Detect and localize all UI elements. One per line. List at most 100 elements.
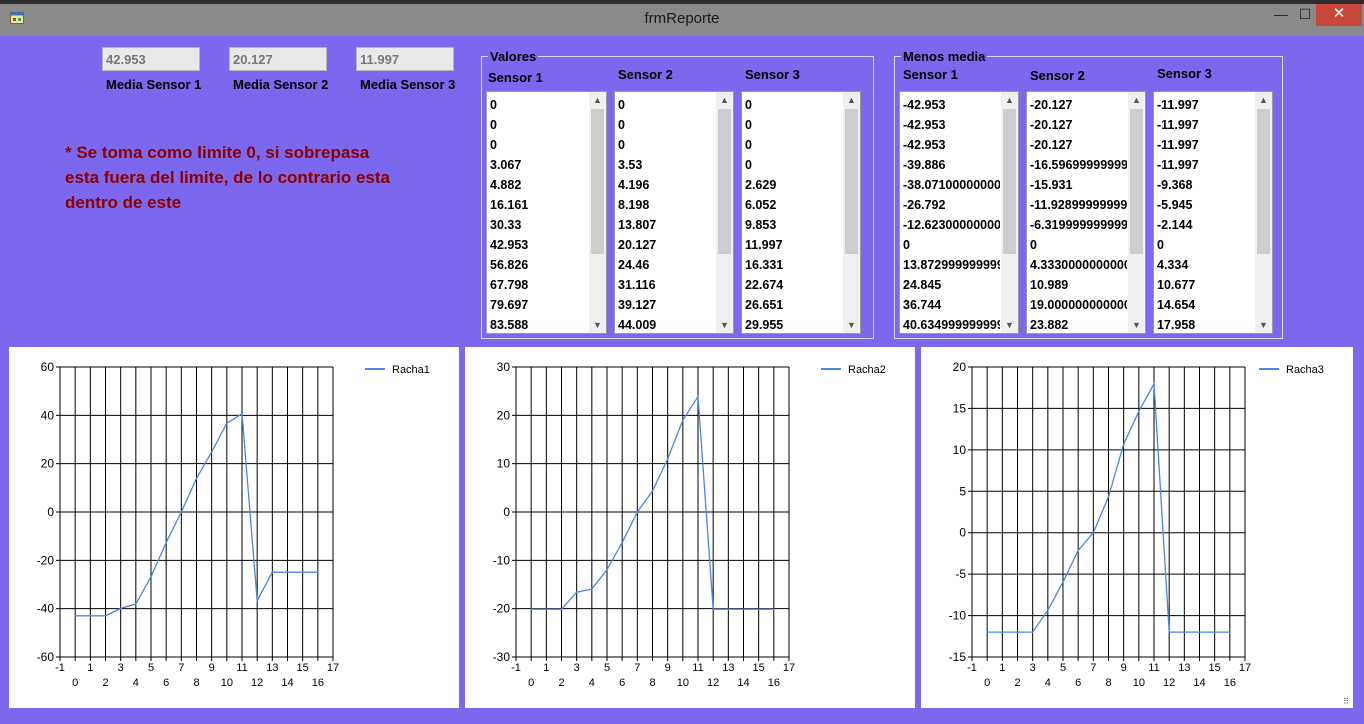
list-item[interactable]: 0 <box>618 95 715 115</box>
list-item[interactable]: 4.882 <box>490 175 588 195</box>
scroll-up-icon[interactable]: ▲ <box>589 92 606 108</box>
list-item[interactable]: -11.997 <box>1157 95 1254 115</box>
list-item[interactable]: -12.623000000000 <box>903 215 1000 235</box>
media-sensor-3-field[interactable]: 11.997 <box>356 47 454 71</box>
list-item[interactable]: -20.127 <box>1030 95 1127 115</box>
menos-media-sensor-1-listbox[interactable]: -42.953 -42.953 -42.953 -39.886 -38.07100000… <box>899 91 1019 334</box>
list-item[interactable]: 20.127 <box>618 235 715 255</box>
list-item[interactable]: 79.697 <box>490 295 588 315</box>
list-item[interactable]: -42.953 <box>903 135 1000 155</box>
valores-sensor-3-listbox[interactable]: 0 0 0 0 2.629 6.052 9.853 11.997 16.331 22.674 26.… <box>741 91 861 334</box>
scroll-down-icon[interactable]: ▼ <box>589 317 606 333</box>
list-item[interactable]: 19.000000000000 <box>1030 295 1127 315</box>
maximize-button[interactable]: ☐ <box>1292 4 1318 26</box>
list-item[interactable]: -20.127 <box>1030 115 1127 135</box>
list-item[interactable]: -20.127 <box>1030 135 1127 155</box>
list-item[interactable]: 24.46 <box>618 255 715 275</box>
list-item[interactable]: 4.196 <box>618 175 715 195</box>
list-item[interactable]: 29.955 <box>745 315 842 333</box>
list-item[interactable]: 24.845 <box>903 275 1000 295</box>
list-item[interactable]: 2.629 <box>745 175 842 195</box>
list-item[interactable]: 0 <box>903 235 1000 255</box>
menos-media-sensor-2-listbox[interactable]: -20.127 -20.127 -20.127 -16.596999999999 -15… <box>1026 91 1146 334</box>
minimize-button[interactable]: — <box>1268 4 1294 26</box>
scrollbar[interactable]: ▲ ▼ <box>843 92 860 333</box>
scroll-up-icon[interactable]: ▲ <box>1001 92 1018 108</box>
list-item[interactable]: 4.334 <box>1157 255 1254 275</box>
scroll-up-icon[interactable]: ▲ <box>1255 92 1272 108</box>
list-item[interactable]: 16.331 <box>745 255 842 275</box>
list-item[interactable]: -11.997 <box>1157 155 1254 175</box>
valores-sensor-1-listbox[interactable]: 0 0 0 3.067 4.882 16.161 30.33 42.953 56.826 67.7… <box>486 91 607 334</box>
scroll-down-icon[interactable]: ▼ <box>1128 317 1145 333</box>
scrollbar[interactable]: ▲ ▼ <box>589 92 606 333</box>
list-item[interactable]: -11.928999999999 <box>1030 195 1127 215</box>
scroll-thumb[interactable] <box>1003 109 1016 254</box>
list-item[interactable]: 0 <box>1157 235 1254 255</box>
list-item[interactable]: 10.989 <box>1030 275 1127 295</box>
scroll-thumb[interactable] <box>845 109 858 254</box>
list-item[interactable]: 83.588 <box>490 315 588 333</box>
list-item[interactable]: -26.792 <box>903 195 1000 215</box>
list-item[interactable]: 26.651 <box>745 295 842 315</box>
list-item[interactable]: 44.009 <box>618 315 715 333</box>
scroll-up-icon[interactable]: ▲ <box>1128 92 1145 108</box>
list-item[interactable]: 0 <box>745 115 842 135</box>
scroll-thumb[interactable] <box>718 109 731 254</box>
list-item[interactable]: 0 <box>490 135 588 155</box>
list-item[interactable]: -5.945 <box>1157 195 1254 215</box>
list-item[interactable]: 23.882 <box>1030 315 1127 333</box>
scroll-up-icon[interactable]: ▲ <box>843 92 860 108</box>
list-item[interactable]: 13.872999999999 <box>903 255 1000 275</box>
list-item[interactable]: 10.677 <box>1157 275 1254 295</box>
list-item[interactable]: 0 <box>618 115 715 135</box>
list-item[interactable]: -11.997 <box>1157 115 1254 135</box>
list-item[interactable]: 9.853 <box>745 215 842 235</box>
scroll-down-icon[interactable]: ▼ <box>716 317 733 333</box>
list-item[interactable]: 36.744 <box>903 295 1000 315</box>
list-item[interactable]: 4.3330000000000 <box>1030 255 1127 275</box>
list-item[interactable]: 3.067 <box>490 155 588 175</box>
list-item[interactable]: -42.953 <box>903 115 1000 135</box>
list-item[interactable]: 30.33 <box>490 215 588 235</box>
menos-media-sensor-3-listbox[interactable]: -11.997 -11.997 -11.997 -11.997 -9.368 -5.945… <box>1153 91 1273 334</box>
media-sensor-2-field[interactable]: 20.127 <box>229 47 327 71</box>
list-item[interactable]: 0 <box>745 155 842 175</box>
list-item[interactable]: -16.596999999999 <box>1030 155 1127 175</box>
list-item[interactable]: 40.634999999999 <box>903 315 1000 333</box>
list-item[interactable]: -11.997 <box>1157 135 1254 155</box>
list-item[interactable]: 42.953 <box>490 235 588 255</box>
list-item[interactable]: 39.127 <box>618 295 715 315</box>
scroll-up-icon[interactable]: ▲ <box>716 92 733 108</box>
list-item[interactable]: 0 <box>618 135 715 155</box>
close-button[interactable]: ✕ <box>1316 4 1362 26</box>
list-item[interactable]: 8.198 <box>618 195 715 215</box>
list-item[interactable]: -42.953 <box>903 95 1000 115</box>
scroll-thumb[interactable] <box>1257 109 1270 254</box>
list-item[interactable]: 11.997 <box>745 235 842 255</box>
list-item[interactable]: 3.53 <box>618 155 715 175</box>
list-item[interactable]: 17.958 <box>1157 315 1254 333</box>
list-item[interactable]: -38.071000000000 <box>903 175 1000 195</box>
list-item[interactable]: -9.368 <box>1157 175 1254 195</box>
list-item[interactable]: 0 <box>490 115 588 135</box>
scrollbar[interactable]: ▲ ▼ <box>1255 92 1272 333</box>
list-item[interactable]: 13.807 <box>618 215 715 235</box>
scrollbar[interactable]: ▲ ▼ <box>1128 92 1145 333</box>
list-item[interactable]: 67.798 <box>490 275 588 295</box>
list-item[interactable]: 14.654 <box>1157 295 1254 315</box>
list-item[interactable]: 56.826 <box>490 255 588 275</box>
scroll-thumb[interactable] <box>591 109 604 254</box>
resize-grip-icon[interactable]: ⠿ <box>1343 697 1349 706</box>
list-item[interactable]: 0 <box>490 95 588 115</box>
list-item[interactable]: 22.674 <box>745 275 842 295</box>
list-item[interactable]: 0 <box>745 135 842 155</box>
scrollbar[interactable]: ▲ ▼ <box>716 92 733 333</box>
list-item[interactable]: -39.886 <box>903 155 1000 175</box>
scroll-down-icon[interactable]: ▼ <box>1001 317 1018 333</box>
list-item[interactable]: -6.3199999999999 <box>1030 215 1127 235</box>
list-item[interactable]: 16.161 <box>490 195 588 215</box>
list-item[interactable]: 0 <box>745 95 842 115</box>
list-item[interactable]: 31.116 <box>618 275 715 295</box>
scroll-thumb[interactable] <box>1130 109 1143 254</box>
